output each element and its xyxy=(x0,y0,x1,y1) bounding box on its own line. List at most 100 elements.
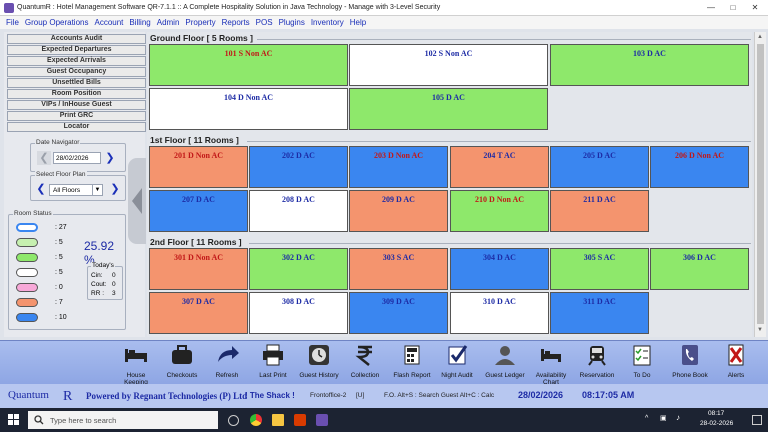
flash-report-button[interactable]: Flash Report xyxy=(391,344,433,384)
room-tile[interactable]: 210 D Non AC xyxy=(450,190,549,232)
room-tile[interactable]: 104 D Non AC xyxy=(149,88,348,130)
toolbar-label: Refresh xyxy=(215,372,239,379)
last-print-button[interactable]: Last Print xyxy=(253,344,293,384)
scroll-thumb[interactable] xyxy=(757,44,764,324)
tray-chevron-icon[interactable]: ^ xyxy=(645,415,648,422)
volume-icon[interactable]: ♪ xyxy=(676,413,680,422)
menu-admin[interactable]: Admin xyxy=(157,18,180,27)
taskbar-search-box[interactable]: Type here to search xyxy=(28,411,218,429)
menu-group-operations[interactable]: Group Operations xyxy=(25,18,89,27)
accounts-audit-button[interactable]: Accounts Audit xyxy=(7,34,146,44)
room-tile[interactable]: 205 D AC xyxy=(550,146,649,188)
file-explorer-icon[interactable] xyxy=(272,414,284,426)
guest-ledger-button[interactable]: Guest Ledger xyxy=(483,344,527,384)
availability-chart-button[interactable]: Availability Chart xyxy=(531,344,571,386)
alerts-button[interactable]: Alerts xyxy=(716,344,756,384)
date-field[interactable]: 28/02/2026 xyxy=(53,152,101,164)
notifications-icon[interactable] xyxy=(752,415,762,425)
vips-inhouse-guest-button[interactable]: VIPs / InHouse Guest xyxy=(7,100,146,110)
room-tile[interactable]: 102 S Non AC xyxy=(349,44,548,86)
menu-help[interactable]: Help xyxy=(350,18,366,27)
print-grc-button[interactable]: Print GRC xyxy=(7,111,146,121)
room-tile[interactable]: 304 D AC xyxy=(450,248,549,290)
checkouts-button[interactable]: Checkouts xyxy=(162,344,202,384)
clock-icon xyxy=(309,345,329,365)
room-tile[interactable]: 204 T AC xyxy=(450,146,549,188)
expected-arrivals-button[interactable]: Expected Arrivals xyxy=(7,56,146,66)
menu-account[interactable]: Account xyxy=(94,18,123,27)
room-tile[interactable]: 105 D AC xyxy=(349,88,548,130)
phone-book-button[interactable]: Phone Book xyxy=(668,344,712,384)
locator-button[interactable]: Locator xyxy=(7,122,146,132)
floor-next-button[interactable]: ❯ xyxy=(109,182,121,196)
menu-reports[interactable]: Reports xyxy=(222,18,250,27)
maximize-button[interactable]: □ xyxy=(722,0,744,16)
room-tile[interactable]: 305 S AC xyxy=(550,248,649,290)
floor-divider xyxy=(257,39,751,40)
scroll-up-icon[interactable]: ▲ xyxy=(757,34,763,40)
room-tile[interactable]: 207 D AC xyxy=(149,190,248,232)
unsettled-bills-button[interactable]: Unsettled Bills xyxy=(7,78,146,88)
room-tile[interactable]: 211 D AC xyxy=(550,190,649,232)
room-position-button[interactable]: Room Position xyxy=(7,89,146,99)
vertical-scrollbar[interactable]: ▲ ▼ xyxy=(754,32,766,337)
menu-inventory[interactable]: Inventory xyxy=(311,18,344,27)
menu-property[interactable]: Property xyxy=(185,18,215,27)
room-tile[interactable]: 103 D AC xyxy=(550,44,749,86)
printer-icon xyxy=(263,344,283,366)
reservation-button[interactable]: Reservation xyxy=(577,344,617,384)
room-tile[interactable]: 309 D AC xyxy=(349,292,448,334)
quantumr-taskbar-icon[interactable] xyxy=(316,414,328,426)
panel-collapse-handle[interactable] xyxy=(128,158,146,244)
guest-occupancy-button[interactable]: Guest Occupancy xyxy=(7,67,146,77)
windows-start-icon[interactable] xyxy=(8,414,20,426)
cin-label: Cin: xyxy=(91,272,103,279)
menu-billing[interactable]: Billing xyxy=(129,18,150,27)
app-icon xyxy=(4,2,14,13)
room-tile[interactable]: 311 D AC xyxy=(550,292,649,334)
room-status-group: Room Status : 27 : 5 : 5 : 5 : 0 : 7 : 1… xyxy=(8,210,126,330)
room-tile[interactable]: 203 D Non AC xyxy=(349,146,448,188)
house-keeping-button[interactable]: House Keeping xyxy=(114,344,158,386)
room-tile[interactable]: 307 D AC xyxy=(149,292,248,334)
todays-title: Today's xyxy=(91,262,115,269)
network-icon[interactable]: ▣ xyxy=(660,414,667,422)
room-tile[interactable]: 209 D AC xyxy=(349,190,448,232)
menu-pos[interactable]: POS xyxy=(256,18,273,27)
room-tile[interactable]: 308 D AC xyxy=(249,292,348,334)
to-do-button[interactable]: To Do xyxy=(622,344,662,384)
guest-history-button[interactable]: Guest History xyxy=(299,344,339,384)
date-prev-button[interactable]: ❮ xyxy=(37,151,51,165)
floor-plan-select[interactable]: All Floors ▼ xyxy=(49,184,103,196)
room-tile[interactable]: 310 D AC xyxy=(450,292,549,334)
refresh-button[interactable]: Refresh xyxy=(207,344,247,384)
app-icon[interactable] xyxy=(294,414,306,426)
menu-file[interactable]: File xyxy=(6,18,19,27)
room-tile[interactable]: 206 D Non AC xyxy=(650,146,749,188)
floor-prev-button[interactable]: ❮ xyxy=(35,182,47,196)
date-next-button[interactable]: ❯ xyxy=(103,151,117,165)
scroll-down-icon[interactable]: ▼ xyxy=(757,327,763,333)
cout-value: 0 xyxy=(112,281,116,288)
room-tile[interactable]: 303 S AC xyxy=(349,248,448,290)
room-tile[interactable]: 201 D Non AC xyxy=(149,146,248,188)
minimize-button[interactable]: — xyxy=(700,0,722,16)
room-tile[interactable]: 301 D Non AC xyxy=(149,248,248,290)
room-tile[interactable]: 208 D AC xyxy=(249,190,348,232)
room-tile[interactable]: 202 D AC xyxy=(249,146,348,188)
close-button[interactable]: ✕ xyxy=(744,0,766,16)
cortana-icon[interactable] xyxy=(228,415,239,426)
night-audit-button[interactable]: Night Audit xyxy=(437,344,477,384)
expected-departures-button[interactable]: Expected Departures xyxy=(7,45,146,55)
status-swatch-maintenance xyxy=(16,283,38,292)
collection-button[interactable]: Collection xyxy=(345,344,385,384)
room-tile[interactable]: 302 D AC xyxy=(249,248,348,290)
room-tile[interactable]: 101 S Non AC xyxy=(149,44,348,86)
chrome-icon[interactable] xyxy=(250,414,262,426)
user-level: [U] xyxy=(356,392,365,399)
menu-plugins[interactable]: Plugins xyxy=(279,18,305,27)
rupee-icon xyxy=(355,345,372,366)
shortcut-hint: F.O. Alt+S : Search Guest Alt+C : Calc xyxy=(384,392,495,399)
toolbar-label: Alerts xyxy=(727,372,745,379)
room-tile[interactable]: 306 D AC xyxy=(650,248,749,290)
